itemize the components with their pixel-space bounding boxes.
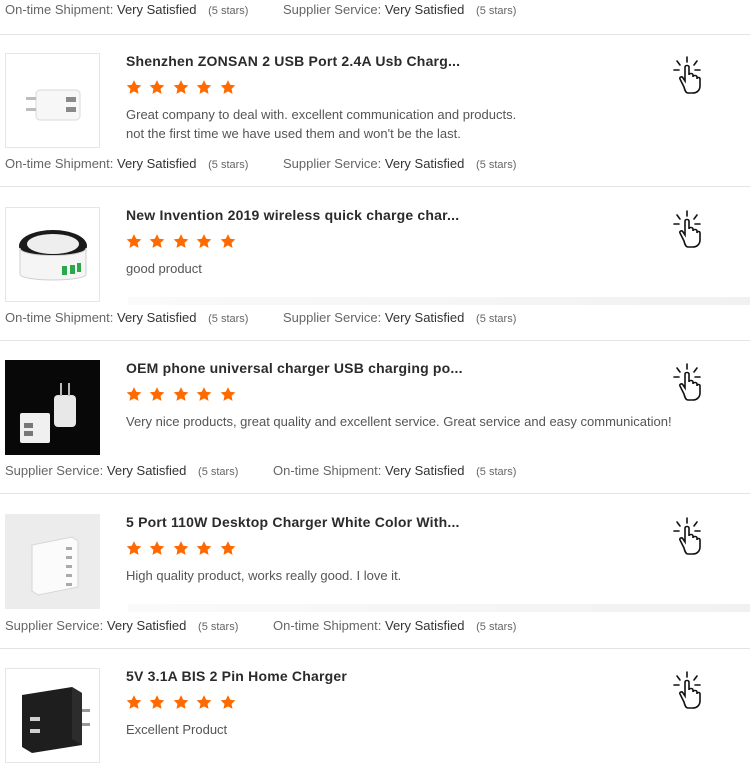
- rating-value: Very Satisfied: [384, 310, 465, 325]
- tap-hand-icon[interactable]: [670, 362, 704, 402]
- star-icon: [148, 540, 166, 557]
- star-rating: [125, 386, 238, 404]
- rating-label: On-time Shipment:: [273, 463, 382, 478]
- rating-stars-text: (5 stars): [198, 621, 239, 633]
- star-icon: [172, 79, 190, 96]
- review-product-title[interactable]: New Invention 2019 wireless quick charge…: [126, 207, 459, 223]
- star-icon: [195, 79, 213, 96]
- review-product-title[interactable]: OEM phone universal charger USB charging…: [126, 360, 463, 376]
- rating-value: Very Satisfied: [384, 2, 465, 17]
- star-icon: [125, 233, 143, 250]
- star-icon: [125, 540, 143, 557]
- rating-label: Supplier Service:: [283, 156, 382, 171]
- star-icon: [148, 233, 166, 250]
- rating-value: Very Satisfied: [106, 463, 187, 478]
- review-product-title[interactable]: 5 Port 110W Desktop Charger White Color …: [126, 514, 460, 530]
- product-image-desktop-charger[interactable]: [5, 514, 100, 609]
- rating-value: Very Satisfied: [117, 156, 197, 171]
- rating-stars-text: (5 stars): [208, 159, 249, 171]
- rating-line: Supplier Service: Very Satisfied (5 star…: [0, 461, 750, 483]
- star-icon: [219, 233, 237, 250]
- star-icon: [172, 233, 190, 250]
- rating-stars-text: (5 stars): [476, 621, 517, 633]
- rating-line: Supplier Service: Very Satisfied (5 star…: [0, 616, 750, 638]
- divider: [0, 34, 750, 35]
- star-rating: [125, 540, 238, 558]
- star-icon: [148, 79, 166, 96]
- tap-hand-icon[interactable]: [670, 55, 704, 95]
- divider: [0, 340, 750, 341]
- divider: [0, 186, 750, 187]
- rating-value: Very Satisfied: [117, 2, 197, 17]
- rating-label: On-time Shipment:: [5, 156, 114, 171]
- rating-value: Very Satisfied: [106, 618, 187, 633]
- product-image-wireless-dock[interactable]: [5, 207, 100, 302]
- product-image-usb-charger[interactable]: [5, 53, 100, 148]
- product-image-black-charger[interactable]: [5, 668, 100, 763]
- star-icon: [219, 79, 237, 96]
- row-shade: [128, 604, 750, 612]
- star-icon: [125, 694, 143, 711]
- row-shade: [128, 297, 750, 305]
- tap-hand-icon[interactable]: [670, 209, 704, 249]
- rating-label: On-time Shipment:: [5, 310, 114, 325]
- star-icon: [219, 540, 237, 557]
- review-product-title[interactable]: Shenzhen ZONSAN 2 USB Port 2.4A Usb Char…: [126, 53, 460, 69]
- product-image-chargers-black[interactable]: [5, 360, 100, 455]
- star-icon: [195, 694, 213, 711]
- review-comment: Very nice products, great quality and ex…: [126, 414, 672, 429]
- rating-label: Supplier Service:: [5, 463, 104, 478]
- star-icon: [125, 79, 143, 96]
- rating-stars-text: (5 stars): [208, 5, 249, 17]
- star-rating: [125, 694, 238, 712]
- review-item: 5V 3.1A BIS 2 Pin Home Charger Excellent…: [0, 668, 750, 770]
- star-icon: [148, 694, 166, 711]
- star-icon: [172, 540, 190, 557]
- star-icon: [148, 386, 166, 403]
- review-product-title[interactable]: 5V 3.1A BIS 2 Pin Home Charger: [126, 668, 347, 684]
- rating-label: On-time Shipment:: [273, 618, 382, 633]
- rating-value: Very Satisfied: [117, 310, 197, 325]
- rating-stars-text: (5 stars): [208, 313, 249, 325]
- rating-stars-text: (5 stars): [198, 466, 239, 478]
- tap-hand-icon[interactable]: [670, 670, 704, 710]
- rating-label: Supplier Service:: [283, 310, 382, 325]
- star-icon: [195, 540, 213, 557]
- star-icon: [172, 694, 190, 711]
- tap-hand-icon[interactable]: [670, 516, 704, 556]
- rating-stars-text: (5 stars): [476, 5, 517, 17]
- review-comment: Excellent Product: [126, 722, 228, 737]
- star-rating: [125, 79, 238, 97]
- rating-stars-text: (5 stars): [476, 313, 517, 325]
- rating-line: On-time Shipment: Very Satisfied (5 star…: [0, 308, 750, 330]
- star-icon: [172, 386, 190, 403]
- star-icon: [125, 386, 143, 403]
- rating-stars-text: (5 stars): [476, 159, 517, 171]
- star-icon: [195, 233, 213, 250]
- rating-label: Supplier Service:: [283, 2, 382, 17]
- rating-value: Very Satisfied: [385, 618, 465, 633]
- divider: [0, 648, 750, 649]
- divider: [0, 493, 750, 494]
- review-item: 5 Port 110W Desktop Charger White Color …: [0, 514, 750, 632]
- review-comment: good product: [126, 261, 202, 276]
- rating-value: Very Satisfied: [385, 463, 465, 478]
- review-comment: High quality product, works really good.…: [126, 568, 402, 583]
- rating-line: On-time Shipment: Very Satisfied (5 star…: [0, 0, 750, 22]
- star-icon: [195, 386, 213, 403]
- star-icon: [219, 694, 237, 711]
- rating-label: Supplier Service:: [5, 618, 104, 633]
- star-icon: [219, 386, 237, 403]
- rating-value: Very Satisfied: [384, 156, 465, 171]
- review-comment: Great company to deal with. excellent co…: [126, 107, 517, 141]
- rating-stars-text: (5 stars): [476, 466, 517, 478]
- rating-label: On-time Shipment:: [5, 2, 114, 17]
- star-rating: [125, 233, 238, 251]
- rating-line: On-time Shipment: Very Satisfied (5 star…: [0, 154, 750, 176]
